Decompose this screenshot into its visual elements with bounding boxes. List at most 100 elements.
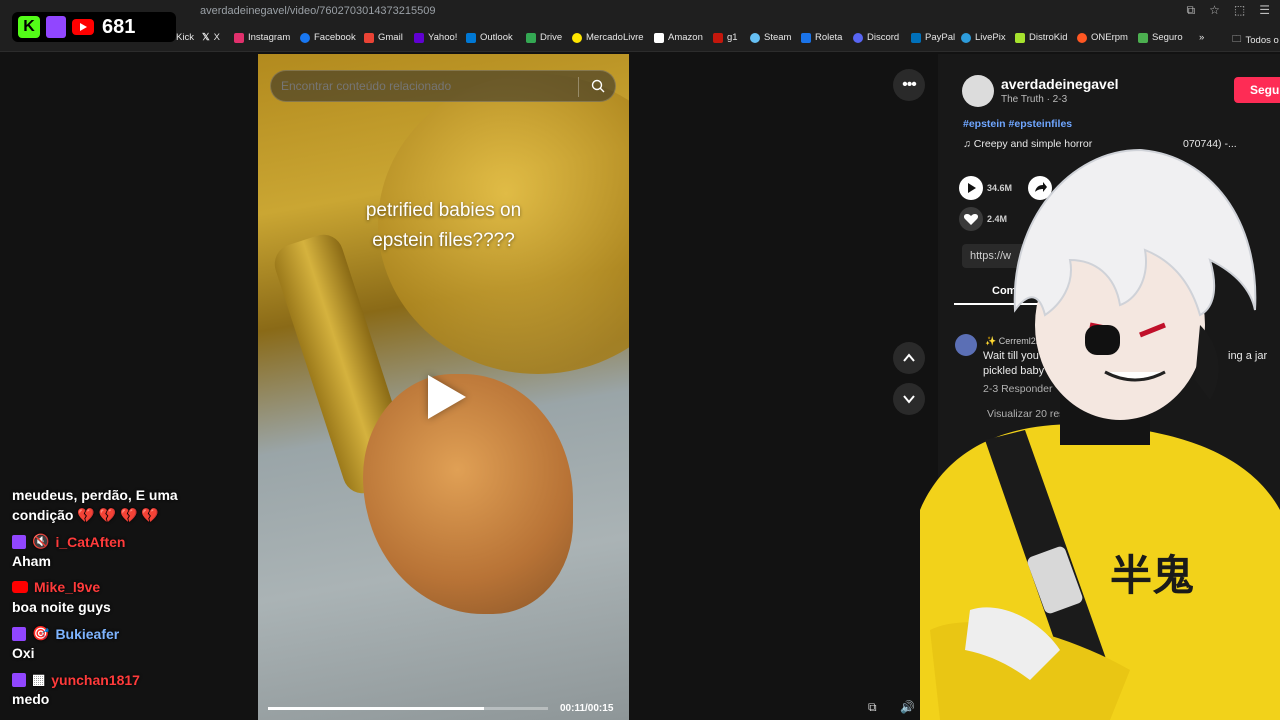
bookmark-onerpm[interactable]: ONErpm <box>1077 32 1128 43</box>
bookmark-kick[interactable]: Kick <box>176 32 194 43</box>
bookmark-label: MercadoLivre <box>586 32 644 43</box>
related-search-bar[interactable] <box>270 70 616 102</box>
bookmark-outlook[interactable]: Outlook <box>466 32 513 43</box>
bookmark-g1[interactable]: g1 <box>713 32 738 43</box>
all-bookmarks-folder[interactable]: 🗀 Todos o <box>1232 32 1279 48</box>
search-icon[interactable] <box>591 79 605 93</box>
drive-icon <box>526 32 536 43</box>
avatar-hair <box>1013 148 1257 317</box>
bookmark-label: DistroKid <box>1029 32 1068 43</box>
bookmark-facebook[interactable]: Facebook <box>300 32 356 43</box>
related-search-input[interactable] <box>281 79 571 93</box>
bookmark-gmail[interactable]: Gmail <box>364 32 403 43</box>
viewer-count: 681 <box>102 15 136 38</box>
chat-message: condição 💔 💔 💔 💔 <box>12 507 159 523</box>
bookmark-roleta[interactable]: Roleta <box>801 32 842 43</box>
bookmark-drive[interactable]: Drive <box>526 32 562 43</box>
chat-username: Mike_l9ve <box>34 579 101 595</box>
menu-icon[interactable]: ☰ <box>1259 3 1270 18</box>
bookmark-x[interactable]: 𝕏X <box>202 32 220 43</box>
bookmark-label: Drive <box>540 32 563 43</box>
avatar[interactable] <box>962 75 994 107</box>
badge-icon: ▦ <box>32 671 46 687</box>
pip-icon[interactable]: ⧉ <box>868 700 886 718</box>
bookmark-paypal[interactable]: PayPal <box>911 32 955 43</box>
instagram-icon <box>234 32 244 43</box>
bookmark-instagram[interactable]: Instagram <box>234 32 290 43</box>
caption-line: petrified babies on <box>365 200 522 221</box>
bookmark-label: ONErpm <box>1091 32 1128 43</box>
video-frame-object <box>363 374 573 614</box>
bookmark-yahoo[interactable]: Yahoo! <box>414 32 457 43</box>
more-bookmarks-button[interactable]: » <box>1199 32 1204 43</box>
bookmark-label: Seguro <box>1152 32 1183 43</box>
mute-icon: 🔇 <box>32 533 50 549</box>
author-username[interactable]: averdadeinegavel <box>1001 76 1119 92</box>
chat-user-row: ▦ yunchan1817 <box>12 671 140 688</box>
url-text[interactable]: averdadeinegavel/video/76027030143732155… <box>200 5 436 17</box>
bookmark-label: Todos o <box>1245 34 1279 46</box>
chat-user-row: 🎯 Bukieafer <box>12 625 119 642</box>
play-icon[interactable] <box>428 375 466 419</box>
cast-icon[interactable]: ⧉ <box>1187 3 1196 18</box>
bookmark-label: Discord <box>867 32 900 43</box>
gmail-icon <box>364 32 374 43</box>
follow-button[interactable]: Segui <box>1234 77 1280 103</box>
star-icon[interactable]: ☆ <box>1209 3 1220 18</box>
chat-username: Bukieafer <box>55 625 120 642</box>
extensions-icon[interactable]: ⬚ <box>1234 3 1245 18</box>
chat-message: boa noite guys <box>12 599 111 615</box>
youtube-icon <box>72 19 94 35</box>
bookmark-label: X <box>213 32 220 43</box>
distrokid-icon <box>1015 32 1025 43</box>
bookmark-discord[interactable]: Discord <box>853 32 899 43</box>
mercadolivre-icon <box>572 32 582 43</box>
bookmark-label: Roleta <box>815 32 843 43</box>
seguro-icon <box>1138 32 1148 43</box>
vtuber-avatar: 半鬼 <box>920 148 1280 720</box>
discord-icon <box>853 32 863 43</box>
facebook-icon <box>300 32 310 43</box>
twitch-icon <box>46 16 66 38</box>
bookmark-label: PayPal <box>925 32 956 43</box>
twitch-icon <box>12 626 26 641</box>
video-progress-bar[interactable] <box>268 707 548 710</box>
author-subline: The Truth · 2-3 <box>1001 94 1068 105</box>
badge-icon: 🎯 <box>32 625 50 641</box>
avatar-mask <box>1085 325 1120 355</box>
bookmark-mercadolivre[interactable]: MercadoLivre <box>572 32 644 43</box>
browser-url-bar[interactable]: averdadeinegavel/video/76027030143732155… <box>0 0 1280 24</box>
chat-user-row: 🔇 i_CatAften <box>12 533 125 550</box>
roleta-icon <box>801 32 811 43</box>
yahoo-icon <box>414 32 424 43</box>
x-icon: 𝕏 <box>202 32 210 43</box>
bookmark-amazon[interactable]: Amazon <box>654 32 703 43</box>
video-caption: petrified babies on epstein files???? <box>258 196 629 256</box>
amazon-icon <box>654 32 664 43</box>
bookmarks-bar: Kick 𝕏X Instagram Facebook Gmail Yahoo! … <box>0 24 1280 52</box>
outlook-icon <box>466 32 476 43</box>
search-divider <box>578 77 579 97</box>
caption-line: epstein files???? <box>372 230 515 251</box>
bookmark-label: Gmail <box>378 32 403 43</box>
bookmark-label: Amazon <box>668 32 703 43</box>
paypal-icon <box>911 32 921 43</box>
onerpm-icon <box>1077 32 1087 43</box>
bookmark-distrokid[interactable]: DistroKid <box>1015 32 1068 43</box>
steam-icon <box>750 32 760 43</box>
video-progress-fill <box>268 707 484 710</box>
viewer-counter: K 681 <box>12 12 176 42</box>
bookmark-label: Outlook <box>480 32 513 43</box>
video-timecode: 00:11/00:15 <box>560 703 614 714</box>
youtube-icon <box>12 581 28 593</box>
bookmark-label: g1 <box>727 32 738 43</box>
bookmark-steam[interactable]: Steam <box>750 32 791 43</box>
kick-icon: K <box>18 16 40 38</box>
more-options-button[interactable]: ••• <box>893 69 925 101</box>
chat-username: i_CatAften <box>55 533 126 550</box>
chat-message: medo <box>12 691 50 707</box>
bookmark-seguro[interactable]: Seguro <box>1138 32 1183 43</box>
bookmark-livepix[interactable]: LivePix <box>961 32 1006 43</box>
bookmark-label: Kick <box>176 32 194 43</box>
folder-icon: 🗀 <box>1232 34 1242 45</box>
